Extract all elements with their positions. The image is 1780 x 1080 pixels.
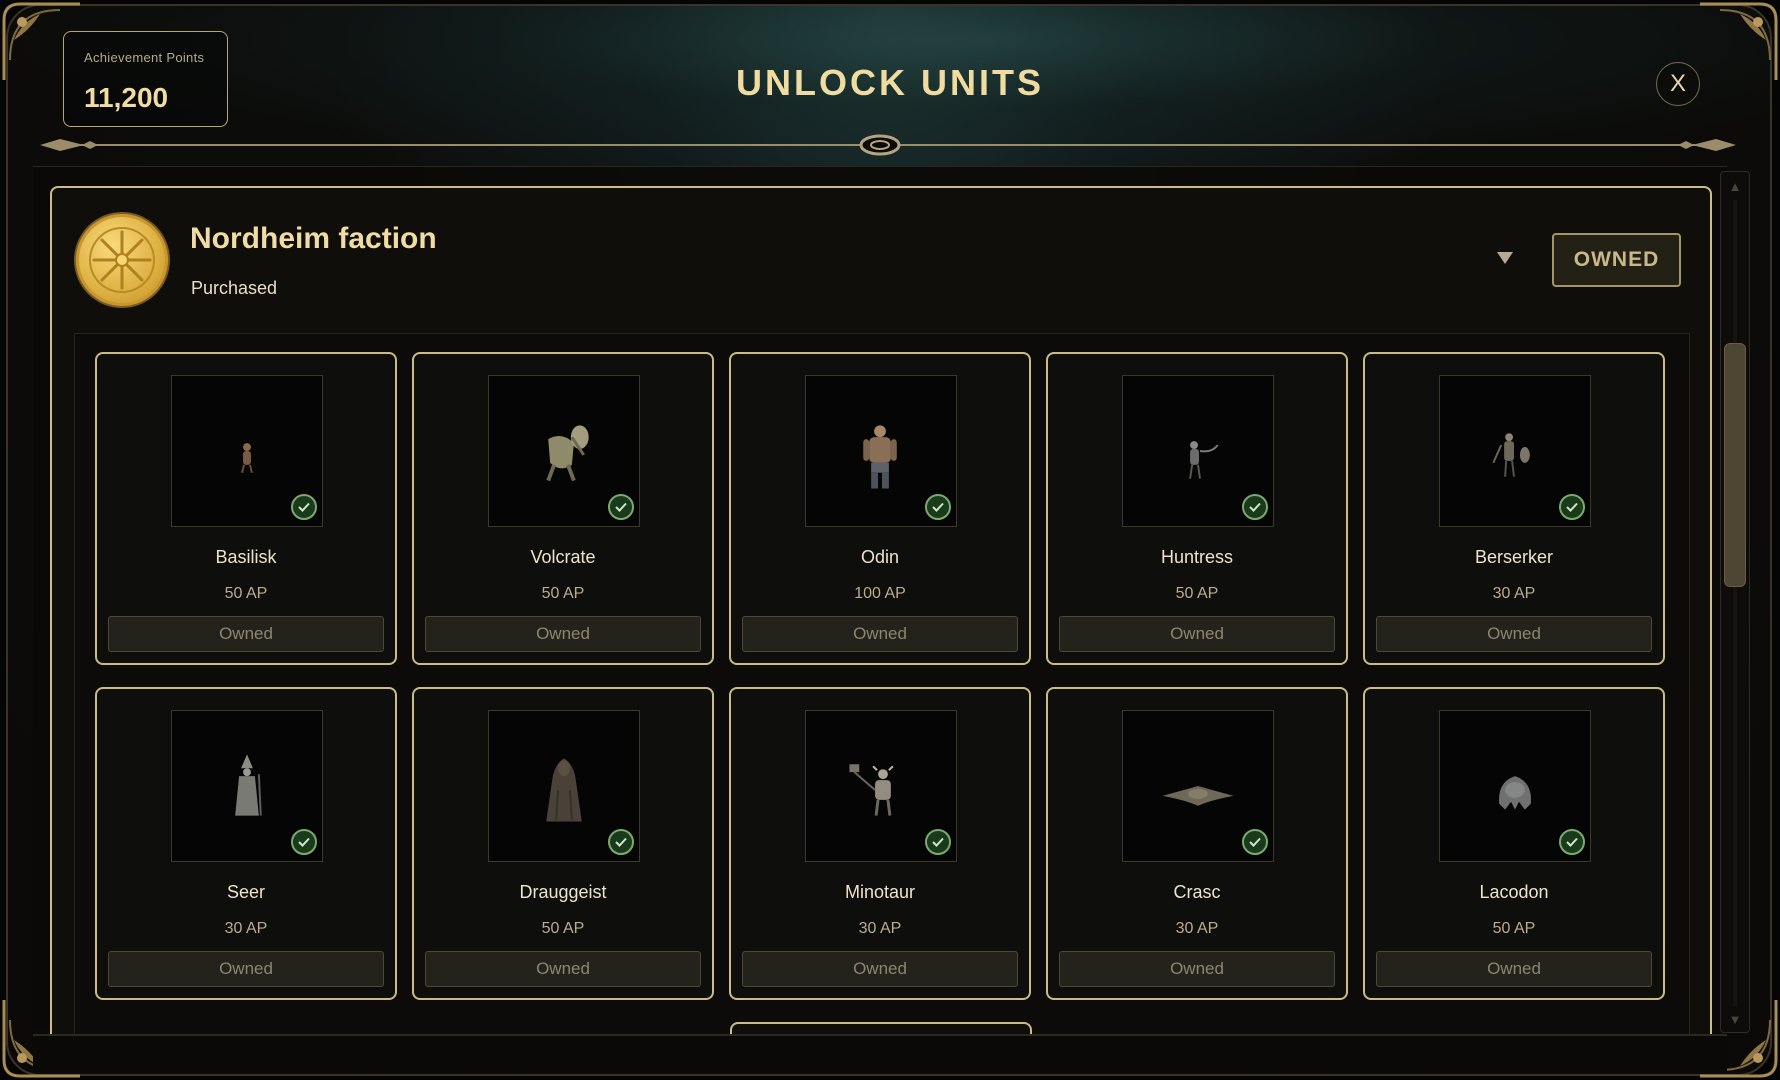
unit-card-huntress[interactable]: Huntress 50 AP Owned [1046, 352, 1348, 665]
unit-name: Huntress [1160, 547, 1234, 567]
check-icon [1559, 829, 1585, 855]
unit-owned-button[interactable]: Owned [1376, 951, 1652, 987]
unit-cost: 50 AP [541, 920, 585, 937]
unit-card-drauggeist[interactable]: Drauggeist 50 AP Owned [412, 687, 714, 1000]
unit-card-crasc[interactable]: Crasc 30 AP Owned [1046, 687, 1348, 1000]
unit-card-odin[interactable]: Odin 100 AP Owned [729, 352, 1031, 665]
unit-name: Odin [860, 547, 900, 567]
unit-cost: 30 AP [1175, 920, 1219, 937]
unit-thumbnail [171, 375, 323, 527]
unit-card-minotaur[interactable]: Minotaur 30 AP Owned [729, 687, 1031, 1000]
unit-owned-button[interactable]: Owned [742, 951, 1018, 987]
unit-cost: 50 AP [541, 585, 585, 602]
unit-thumbnail [1439, 710, 1591, 862]
page-title: UNLOCK UNITS [736, 62, 1044, 103]
unit-owned-button[interactable]: Owned [1059, 951, 1335, 987]
unit-name: Seer [226, 882, 266, 902]
unit-thumbnail [171, 710, 323, 862]
unit-name: Lacodon [1479, 882, 1549, 902]
unit-card-lacodon[interactable]: Lacodon 50 AP Owned [1363, 687, 1665, 1000]
unit-name: Drauggeist [519, 882, 607, 902]
scroll-down-arrow-icon[interactable]: ▼ [1724, 1008, 1746, 1030]
unit-owned-button[interactable]: Owned [425, 951, 701, 987]
check-icon [925, 494, 951, 520]
unit-owned-button[interactable]: Owned [108, 951, 384, 987]
unit-name: Crasc [1173, 882, 1221, 902]
unit-name: Volcrate [530, 547, 596, 567]
check-icon [1559, 494, 1585, 520]
check-icon [608, 829, 634, 855]
faction-status: Purchased [191, 278, 278, 298]
unit-thumbnail [1439, 375, 1591, 527]
unit-card-berserker[interactable]: Berserker 30 AP Owned [1363, 352, 1665, 665]
unit-owned-button[interactable]: Owned [1059, 616, 1335, 652]
unit-card-volcrate[interactable]: Volcrate 50 AP Owned [412, 352, 714, 665]
unit-cost: 50 AP [224, 585, 268, 602]
unit-cost: 30 AP [224, 920, 268, 937]
ornamental-divider [38, 130, 1738, 160]
scrollbar-thumb[interactable] [1724, 343, 1746, 587]
unit-name: Minotaur [844, 882, 916, 902]
faction-name: Nordheim faction [190, 222, 437, 255]
unit-owned-button[interactable]: Owned [425, 616, 701, 652]
unit-owned-button[interactable]: Owned [1376, 616, 1652, 652]
unit-cost: 100 AP [854, 585, 906, 602]
check-icon [1242, 829, 1268, 855]
unit-thumbnail [488, 375, 640, 527]
check-icon [608, 494, 634, 520]
scroll-up-arrow-icon[interactable]: ▲ [1724, 175, 1746, 197]
check-icon [291, 494, 317, 520]
faction-owned-badge: OWNED [1552, 233, 1681, 287]
unit-cost: 30 AP [1492, 585, 1536, 602]
unit-name: Berserker [1474, 547, 1554, 567]
close-button[interactable]: X [1656, 62, 1700, 106]
sun-wheel-icon [76, 214, 168, 306]
check-icon [925, 829, 951, 855]
panel-bottom-edge [33, 1034, 1727, 1072]
unit-owned-button[interactable]: Owned [108, 616, 384, 652]
unit-cost: 30 AP [858, 920, 902, 937]
unit-cost: 50 AP [1175, 585, 1219, 602]
unit-card-basilisk[interactable]: Basilisk 50 AP Owned [95, 352, 397, 665]
triangle-down-icon[interactable] [1496, 251, 1514, 265]
check-icon [291, 829, 317, 855]
unit-owned-button[interactable]: Owned [742, 616, 1018, 652]
unit-thumbnail [488, 710, 640, 862]
unit-name: Basilisk [215, 547, 277, 567]
unit-card-seer[interactable]: Seer 30 AP Owned [95, 687, 397, 1000]
unit-cost: 50 AP [1492, 920, 1536, 937]
unit-thumbnail [805, 710, 957, 862]
unit-thumbnail [1122, 710, 1274, 862]
unit-thumbnail [805, 375, 957, 527]
check-icon [1242, 494, 1268, 520]
unit-thumbnail [1122, 375, 1274, 527]
scrollbar-rail [1733, 200, 1737, 1006]
